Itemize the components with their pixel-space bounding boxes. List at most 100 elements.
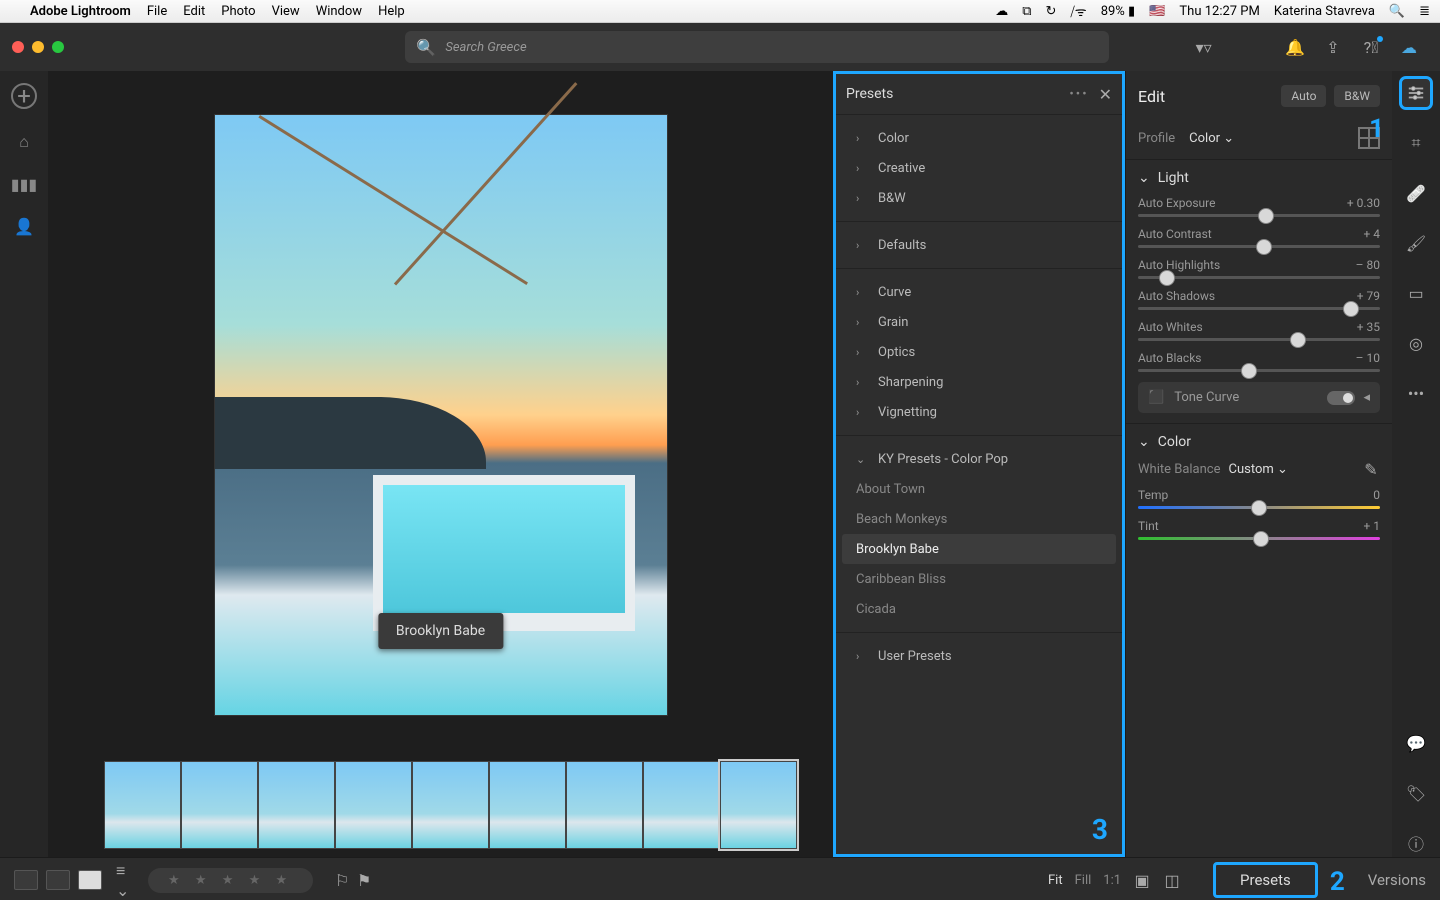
- share-icon[interactable]: ⇪: [1324, 38, 1342, 56]
- eyedropper-icon[interactable]: ✎: [1362, 460, 1380, 478]
- spotlight-icon[interactable]: 🔍: [1389, 4, 1405, 19]
- auto-button[interactable]: Auto: [1281, 85, 1326, 107]
- menu-view[interactable]: View: [272, 4, 300, 19]
- close-window[interactable]: [12, 41, 24, 53]
- edit-sliders-icon[interactable]: [1402, 79, 1430, 107]
- home-icon[interactable]: ⌂: [15, 133, 33, 151]
- flag-icon[interactable]: 🇺🇸: [1149, 4, 1165, 19]
- preset-group[interactable]: ›Color: [836, 123, 1122, 153]
- presets-more-icon[interactable]: •••: [1069, 87, 1088, 102]
- people-icon[interactable]: 👤: [15, 217, 33, 235]
- info-icon[interactable]: ⓘ: [1402, 829, 1430, 857]
- slider-auto-highlights[interactable]: Auto Highlights– 80: [1138, 258, 1380, 279]
- more-icon[interactable]: •••: [1402, 379, 1430, 407]
- preset-group[interactable]: ›User Presets: [836, 641, 1122, 671]
- view-grid-button[interactable]: [14, 870, 38, 890]
- versions-button[interactable]: Versions: [1368, 871, 1426, 889]
- menu-help[interactable]: Help: [378, 4, 405, 19]
- battery-status[interactable]: 89% ▮: [1101, 4, 1136, 19]
- timemachine-icon[interactable]: ↻: [1045, 4, 1056, 19]
- tone-curve-row[interactable]: ⬛ Tone Curve ◂: [1138, 382, 1380, 413]
- preset-item[interactable]: About Town: [836, 474, 1122, 504]
- minimize-window[interactable]: [32, 41, 44, 53]
- thumbnail[interactable]: [181, 761, 258, 849]
- add-photos-icon[interactable]: +: [11, 83, 37, 109]
- app-name[interactable]: Adobe Lightroom: [30, 4, 131, 19]
- preset-group[interactable]: ›Curve: [836, 277, 1122, 307]
- view-square-button[interactable]: [46, 870, 70, 890]
- thumbnail-selected[interactable]: [720, 761, 797, 849]
- presets-close-icon[interactable]: ✕: [1099, 85, 1112, 104]
- preset-group[interactable]: ›Grain: [836, 307, 1122, 337]
- zoom-11[interactable]: 1:1: [1103, 873, 1121, 888]
- profile-value[interactable]: Color ⌄: [1189, 131, 1234, 146]
- preset-group[interactable]: ›B&W: [836, 183, 1122, 213]
- linear-gradient-icon[interactable]: ▭: [1402, 279, 1430, 307]
- menu-window[interactable]: Window: [316, 4, 362, 19]
- brush-icon[interactable]: 🖌: [1402, 229, 1430, 257]
- light-section-header[interactable]: ⌄Light: [1138, 170, 1380, 186]
- preset-item[interactable]: Caribbean Bliss: [836, 564, 1122, 594]
- thumbnail[interactable]: [104, 761, 181, 849]
- thumbnail[interactable]: [566, 761, 643, 849]
- comments-icon[interactable]: 💬: [1402, 729, 1430, 757]
- presets-button[interactable]: Presets 2: [1213, 862, 1318, 898]
- filter-icon[interactable]: ▾▿: [1195, 38, 1213, 56]
- temp-slider[interactable]: Temp0: [1138, 488, 1380, 509]
- view-detail-button[interactable]: [78, 870, 102, 890]
- preset-group[interactable]: ›Optics: [836, 337, 1122, 367]
- thumbnail[interactable]: [412, 761, 489, 849]
- preset-group[interactable]: ›Sharpening: [836, 367, 1122, 397]
- radial-gradient-icon[interactable]: ◎: [1402, 329, 1430, 357]
- menu-extras-icon[interactable]: ≣: [1419, 4, 1430, 19]
- help-icon[interactable]: ?⃝: [1362, 38, 1380, 56]
- crop-icon[interactable]: ⌗: [1402, 129, 1430, 157]
- user-name[interactable]: Katerina Stavreva: [1274, 4, 1375, 19]
- menu-file[interactable]: File: [147, 4, 167, 19]
- zoom-fill[interactable]: Fill: [1075, 873, 1092, 888]
- slider-auto-contrast[interactable]: Auto Contrast+ 4: [1138, 227, 1380, 248]
- preset-group[interactable]: ›Defaults: [836, 230, 1122, 260]
- slider-auto-whites[interactable]: Auto Whites+ 35: [1138, 320, 1380, 341]
- thumbnail[interactable]: [489, 761, 566, 849]
- before-after-icon[interactable]: ◫: [1163, 871, 1181, 889]
- preset-group[interactable]: ›Creative: [836, 153, 1122, 183]
- notifications-icon[interactable]: 🔔: [1286, 38, 1304, 56]
- flag-pick-icon[interactable]: ⚐: [333, 871, 351, 889]
- dropbox-icon[interactable]: ⧉: [1022, 4, 1031, 19]
- preset-item[interactable]: Brooklyn Babe: [842, 534, 1116, 564]
- zoom-window[interactable]: [52, 41, 64, 53]
- bw-button[interactable]: B&W: [1334, 85, 1380, 107]
- cloud-sync-icon[interactable]: ☁︎: [1400, 38, 1418, 56]
- thumbnail[interactable]: [335, 761, 412, 849]
- cc-sync-icon[interactable]: ☁︎: [995, 4, 1008, 19]
- library-icon[interactable]: ▮▮▮: [15, 175, 33, 193]
- wifi-icon[interactable]: ⧸ᯤ: [1070, 2, 1086, 20]
- preset-item[interactable]: Cicada: [836, 594, 1122, 624]
- search-input[interactable]: 🔍 Search Greece: [405, 31, 1109, 63]
- menu-photo[interactable]: Photo: [221, 4, 255, 19]
- zoom-fit[interactable]: Fit: [1048, 873, 1063, 888]
- thumbnail[interactable]: [643, 761, 720, 849]
- color-section-header[interactable]: ⌄Color: [1138, 434, 1380, 450]
- sort-icon[interactable]: ≡ ⌄: [116, 871, 134, 889]
- window-controls[interactable]: [12, 41, 64, 53]
- clock[interactable]: Thu 12:27 PM: [1179, 4, 1259, 19]
- keywords-icon[interactable]: 🏷: [1402, 779, 1430, 807]
- menu-edit[interactable]: Edit: [183, 4, 205, 19]
- rating-stars[interactable]: ★ ★ ★ ★ ★: [148, 868, 313, 893]
- tint-slider[interactable]: Tint+ 1: [1138, 519, 1380, 540]
- thumbnail[interactable]: [258, 761, 335, 849]
- tone-curve-toggle[interactable]: [1327, 391, 1355, 405]
- slider-auto-shadows[interactable]: Auto Shadows+ 79: [1138, 289, 1380, 310]
- preset-group[interactable]: ⌄KY Presets - Color Pop: [836, 444, 1122, 474]
- slider-auto-blacks[interactable]: Auto Blacks– 10: [1138, 351, 1380, 372]
- white-balance-value[interactable]: Custom ⌄: [1229, 462, 1288, 477]
- preset-group[interactable]: ›Vignetting: [836, 397, 1122, 427]
- flag-reject-icon[interactable]: ⚑: [355, 871, 373, 889]
- slider-auto-exposure[interactable]: Auto Exposure+ 0.30: [1138, 196, 1380, 217]
- compare-icon[interactable]: ▣: [1133, 871, 1151, 889]
- healing-icon[interactable]: 🩹: [1402, 179, 1430, 207]
- filmstrip[interactable]: [48, 759, 833, 857]
- preset-item[interactable]: Beach Monkeys: [836, 504, 1122, 534]
